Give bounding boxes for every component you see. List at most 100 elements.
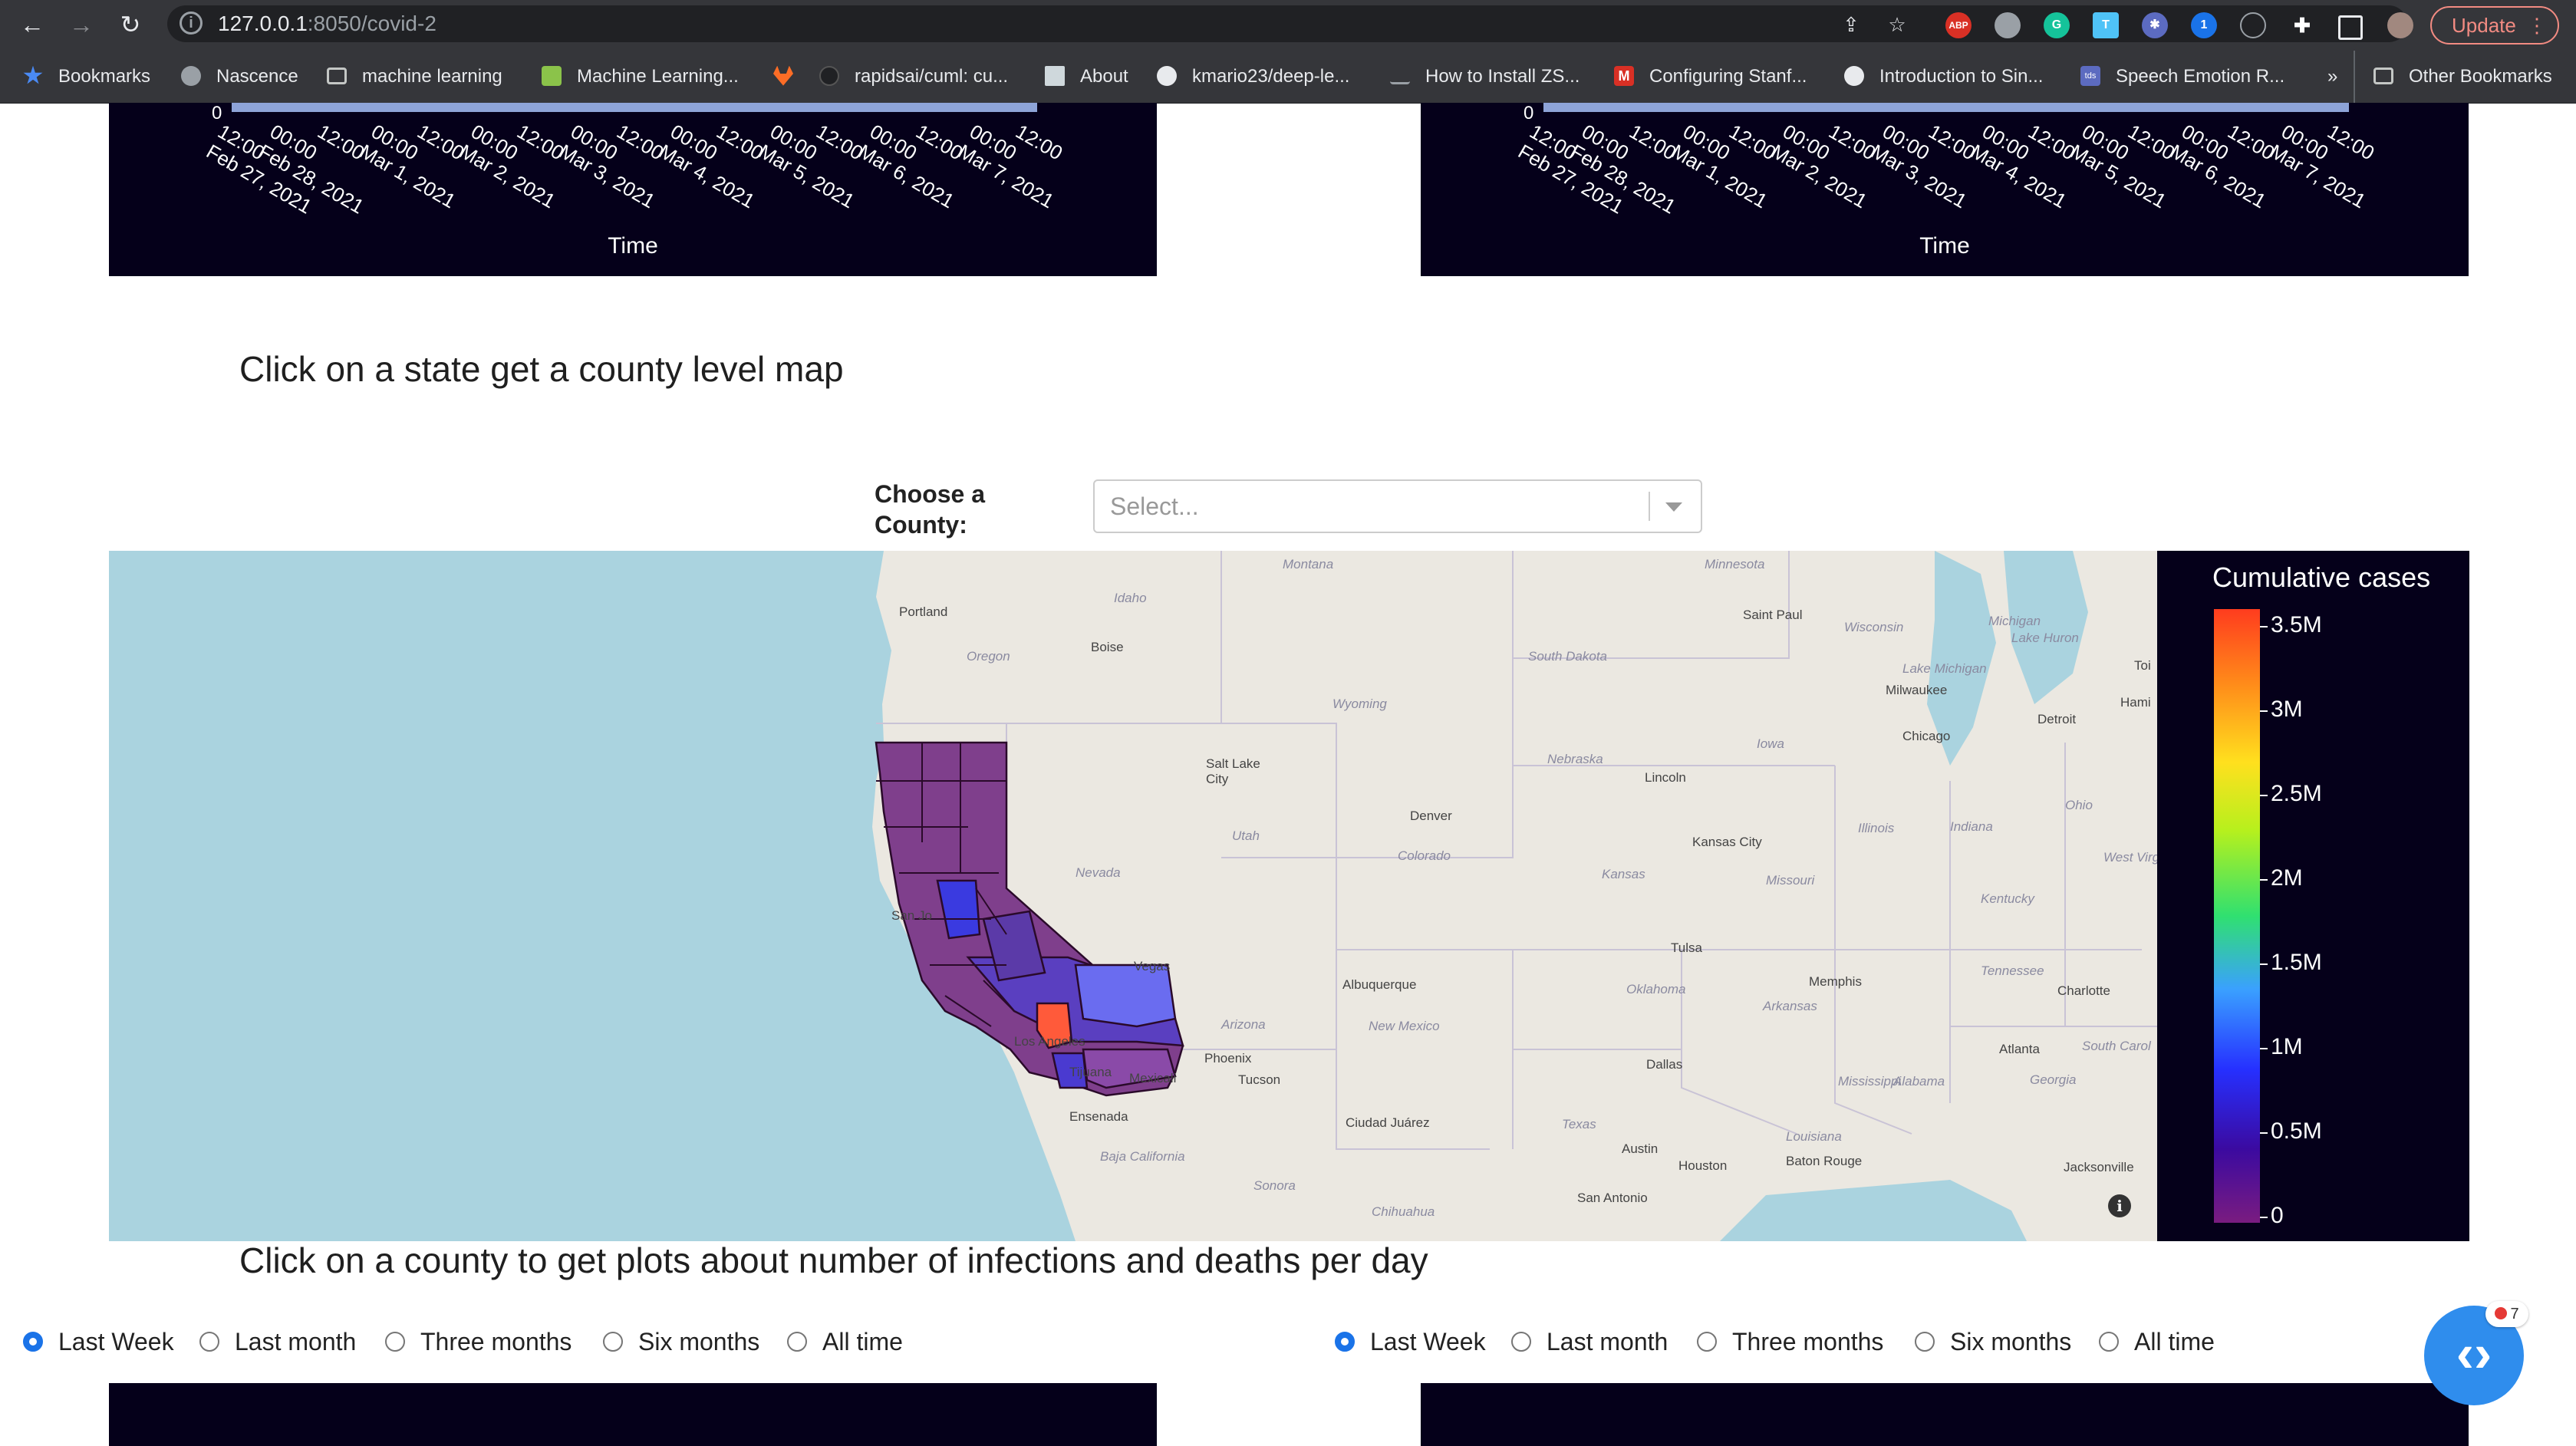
extension-dark-icon[interactable] — [2240, 12, 2266, 38]
map-label: Tulsa — [1671, 940, 1702, 955]
radio-label: Six months — [1950, 1328, 2072, 1355]
riverside-county[interactable] — [1074, 963, 1177, 1028]
radio-option[interactable]: Three months — [385, 1322, 572, 1361]
radio-button[interactable] — [1335, 1331, 1355, 1352]
tds-icon: tds — [2080, 65, 2100, 86]
puzzle-icon[interactable]: ✚ — [2289, 12, 2315, 38]
grammarly-icon[interactable]: G — [2044, 12, 2070, 38]
info-icon[interactable]: i — [2108, 1194, 2131, 1217]
x-tick-label: 00:00 Mar 3, 2021 — [555, 120, 660, 213]
side-panel-icon[interactable] — [2338, 15, 2363, 40]
x-tick-label: 00:00 Mar 7, 2021 — [954, 120, 1059, 213]
map-label: Kentucky — [1981, 891, 2034, 906]
radio-option[interactable]: Last month — [1511, 1322, 1668, 1361]
x-axis-title: Time — [608, 233, 658, 259]
bookmark-item[interactable]: Introduction to Sin... — [1844, 51, 2043, 103]
onepassword-icon[interactable]: 1 — [2191, 12, 2217, 38]
bookmarks-overflow-chevron[interactable]: » — [2327, 51, 2337, 103]
map-label: Salt Lake City — [1206, 756, 1260, 786]
extension-gear-icon[interactable]: ✱ — [2142, 12, 2168, 38]
map-label: Missouri — [1766, 873, 1815, 888]
time-series-plot-left[interactable]: 0 12:00 Feb 27, 2021 00:00 Feb 28, 2021 12… — [109, 103, 1157, 276]
radio-button[interactable] — [787, 1331, 807, 1352]
bookmark-folder[interactable]: Other Bookmarks — [2354, 51, 2552, 103]
colorbar-tick-mark — [2260, 1217, 2268, 1218]
share-icon[interactable]: ⇪ — [1840, 13, 1863, 36]
radio-button[interactable] — [2099, 1331, 2119, 1352]
map-label: Albuquerque — [1342, 977, 1417, 992]
bookmark-item[interactable]: tds Speech Emotion R... — [2080, 51, 2284, 103]
update-button[interactable]: Update ⋮ — [2430, 6, 2559, 44]
county-select-label: Choose a County: — [875, 480, 986, 539]
extension-circle-icon[interactable] — [1995, 12, 2021, 38]
radio-option[interactable]: Last Week — [1335, 1322, 1486, 1361]
error-count-badge[interactable]: 7 — [2485, 1301, 2528, 1327]
colorbar-tick-label: 2.5M — [2271, 781, 2322, 806]
radio-label: Last month — [1547, 1328, 1668, 1355]
forward-arrow-icon[interactable]: → — [66, 9, 97, 40]
range-slider-bar[interactable] — [1543, 103, 2349, 112]
colorbar-tick-mark — [2260, 879, 2268, 881]
map-label: Ohio — [2065, 798, 2093, 812]
map-label: Lake Michigan — [1902, 661, 1987, 676]
chevron-down-icon[interactable] — [1665, 502, 1682, 512]
bookmark-item[interactable]: rapidsai/cuml: cu... — [819, 51, 1008, 103]
map-label: Tijuana — [1069, 1065, 1112, 1079]
map-label: Saint Paul — [1743, 608, 1803, 622]
colorbar-tick-label: 3.5M — [2271, 612, 2322, 637]
map-label: Tennessee — [1981, 963, 2044, 978]
x-tick-label: 00:00 Mar 7, 2021 — [2266, 120, 2370, 213]
bookmark-item[interactable]: Nascence — [181, 51, 298, 103]
radio-option[interactable]: Six months — [1915, 1322, 2071, 1361]
bookmark-item[interactable]: About — [1045, 51, 1128, 103]
radio-option[interactable]: Last Week — [23, 1322, 174, 1361]
bookmark-item[interactable]: Bookmarks — [23, 51, 150, 103]
radio-button[interactable] — [1511, 1331, 1531, 1352]
radio-option[interactable]: Three months — [1697, 1322, 1883, 1361]
colorbar-tick-label: 1.5M — [2271, 950, 2322, 975]
avatar[interactable] — [2387, 12, 2413, 38]
address-bar[interactable]: i 127.0.0.1:8050/covid-2 ⇪ ☆ — [167, 5, 2407, 42]
map-label: Illinois — [1858, 821, 1895, 835]
back-arrow-icon[interactable]: ← — [17, 9, 48, 40]
reload-icon[interactable]: ↻ — [115, 9, 146, 40]
radio-button[interactable] — [385, 1331, 405, 1352]
map-label: Los Angeles — [1014, 1034, 1085, 1049]
county-choropleth-map[interactable]: Montana Minnesota Portland Idaho Saint Paul W… — [109, 551, 2157, 1241]
infections-plot-left[interactable] — [109, 1383, 1157, 1446]
map-label: Baja California — [1100, 1149, 1185, 1164]
map-label: Portland — [899, 604, 948, 619]
bookmark-folder[interactable]: machine learning — [327, 51, 502, 103]
county-select[interactable]: Select... — [1093, 479, 1702, 533]
url-text[interactable]: 127.0.0.1:8050/covid-2 — [218, 5, 436, 42]
bookmark-item[interactable]: kmario23/deep-le... — [1157, 51, 1349, 103]
map-label: Houston — [1678, 1158, 1728, 1173]
bookmark-item[interactable] — [773, 51, 809, 103]
link-icon — [1390, 67, 1410, 85]
radio-button[interactable] — [1697, 1331, 1717, 1352]
deaths-plot-right[interactable] — [1421, 1383, 2469, 1446]
radio-button[interactable] — [23, 1331, 43, 1352]
bookmark-item[interactable]: M Configuring Stanf... — [1614, 51, 1807, 103]
map-label: Michigan — [1988, 614, 2041, 628]
radio-button[interactable] — [603, 1331, 623, 1352]
map-label: Utah — [1232, 828, 1260, 843]
bookmark-item[interactable]: How to Install ZS... — [1390, 51, 1580, 103]
radio-button[interactable] — [1915, 1331, 1935, 1352]
radio-option[interactable]: Last month — [199, 1322, 356, 1361]
radio-button[interactable] — [199, 1331, 219, 1352]
x-tick-label: 00:00 Mar 4, 2021 — [655, 120, 759, 213]
bookmark-star-icon[interactable]: ☆ — [1886, 13, 1909, 36]
time-series-plot-right[interactable]: 0 12:00 Feb 27, 2021 00:00 Feb 28, 2021 12… — [1421, 103, 2469, 276]
range-slider-bar[interactable] — [232, 103, 1037, 112]
adblock-icon[interactable]: ABP — [1945, 12, 1972, 38]
map-label: Tucson — [1238, 1072, 1281, 1087]
radio-option[interactable]: Six months — [603, 1322, 759, 1361]
extension-t-icon[interactable]: T — [2093, 12, 2119, 38]
map-label: West Virg — [2103, 850, 2157, 865]
state-map-heading: Click on a state get a county level map — [239, 349, 844, 389]
site-info-icon[interactable]: i — [180, 12, 203, 35]
bookmark-item[interactable]: Machine Learning... — [542, 51, 739, 103]
radio-option[interactable]: All time — [787, 1322, 903, 1361]
radio-option[interactable]: All time — [2099, 1322, 2215, 1361]
